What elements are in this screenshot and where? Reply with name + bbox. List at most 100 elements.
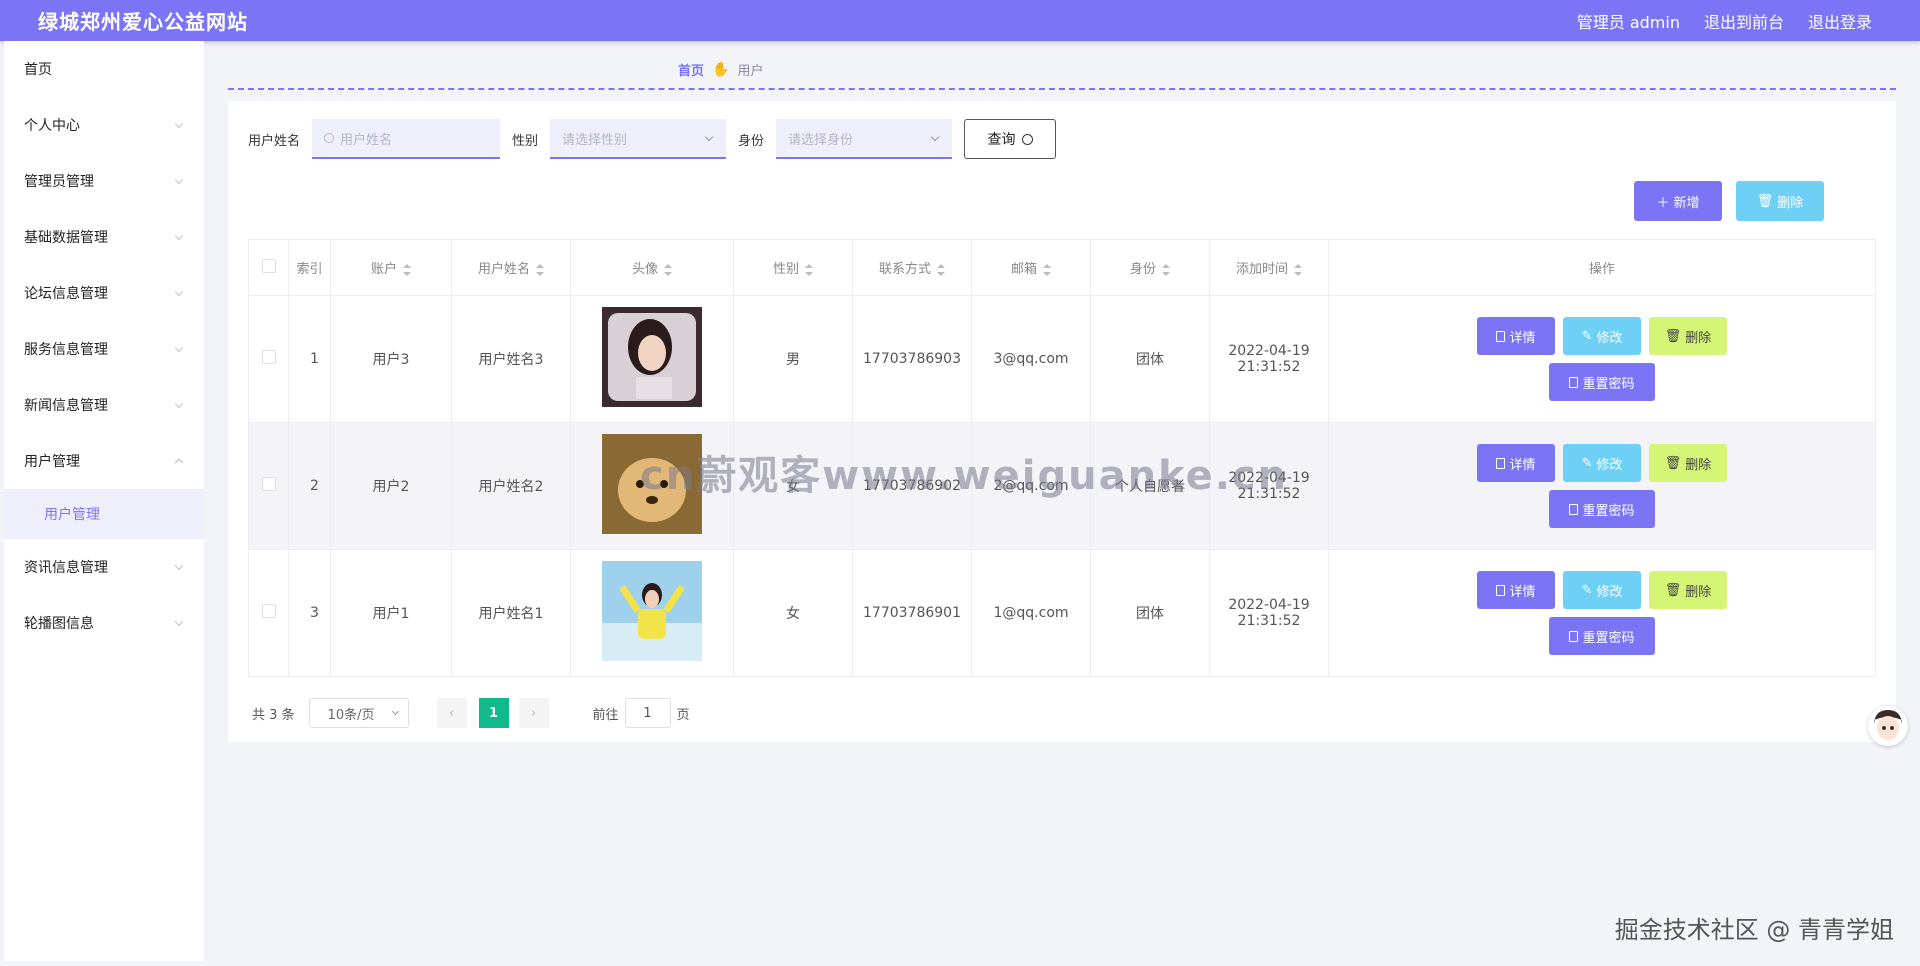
delete-button-label: 删除 xyxy=(1685,457,1712,473)
goto-prefix: 前往 xyxy=(592,707,619,723)
detail-button-label: 详情 xyxy=(1509,584,1536,600)
gender-select[interactable]: 请选择性别 xyxy=(550,119,727,159)
delete-button[interactable]: 🗑 删除 xyxy=(1649,571,1727,609)
edit-button[interactable]: ✎ 修改 xyxy=(1563,571,1641,609)
sidebar-item-personal-center[interactable]: 个人中心 xyxy=(4,97,204,153)
sidebar-item-admin-management[interactable]: 管理员管理 xyxy=(4,153,204,209)
page-size-value: 10条/页 xyxy=(327,707,375,723)
delete-button[interactable]: 🗑 删除 xyxy=(1649,444,1727,482)
top-bar: 绿城郑州爱心公益网站 管理员 admin 退出到前台 退出登录 xyxy=(0,0,1920,41)
hand-icon: ✋ xyxy=(712,61,730,78)
document-icon xyxy=(1496,330,1506,342)
sort-icon[interactable] xyxy=(403,263,411,276)
name-cell: 用户姓名1 xyxy=(451,549,571,677)
chevron-down-icon xyxy=(704,132,714,142)
chevron-down-icon xyxy=(174,119,184,129)
delete-button-label: 删除 xyxy=(1685,330,1712,346)
add-button[interactable]: ＋ 新增 xyxy=(1634,181,1722,221)
sidebar-item-service[interactable]: 服务信息管理 xyxy=(4,321,204,377)
sidebar-item-user-management[interactable]: 用户管理 xyxy=(4,433,204,489)
row-checkbox[interactable] xyxy=(261,477,276,491)
column-header[interactable]: 联系方式 xyxy=(852,239,972,296)
avatar-cell xyxy=(570,295,734,423)
avatar-image xyxy=(602,561,702,661)
sort-icon[interactable] xyxy=(536,263,544,276)
select-all-cell xyxy=(248,239,289,296)
document-icon xyxy=(1569,376,1579,388)
sidebar-item-basic-data[interactable]: 基础数据管理 xyxy=(4,209,204,265)
detail-button[interactable]: 详情 xyxy=(1477,571,1555,609)
column-header[interactable]: 添加时间 xyxy=(1209,239,1329,296)
chevron-down-icon xyxy=(174,287,184,297)
logout-link[interactable]: 退出登录 xyxy=(1808,9,1872,33)
chevron-down-icon xyxy=(391,707,399,716)
delete-button[interactable]: 🗑 删除 xyxy=(1649,317,1727,355)
column-header[interactable]: 用户姓名 xyxy=(451,239,571,296)
page-size-select[interactable]: 10条/页 xyxy=(308,698,409,728)
detail-button[interactable]: 详情 xyxy=(1477,444,1555,482)
row-select-cell xyxy=(248,549,289,677)
sidebar-item-carousel[interactable]: 轮播图信息 xyxy=(4,595,204,651)
goto-page-input[interactable]: 1 xyxy=(624,698,671,728)
reset-password-button[interactable]: 重置密码 xyxy=(1549,617,1655,655)
sidebar-item-news[interactable]: 新闻信息管理 xyxy=(4,377,204,433)
content-panel: 用户姓名 用户姓名 性别 请选择性别 身份 请选择身份 查询 ＋ 新增 🗑 删除… xyxy=(228,101,1896,742)
sidebar-item-home[interactable]: 首页 xyxy=(4,41,204,97)
reset-password-label: 重置密码 xyxy=(1582,630,1635,646)
column-header[interactable]: 账户 xyxy=(330,239,452,296)
column-header[interactable]: 头像 xyxy=(570,239,734,296)
trash-icon: 🗑 xyxy=(1664,582,1682,598)
column-header-label: 账户 xyxy=(370,262,397,277)
avatar-image xyxy=(602,307,702,407)
column-header[interactable]: 性别 xyxy=(733,239,853,296)
exit-to-front-link[interactable]: 退出到前台 xyxy=(1704,9,1784,33)
sort-icon[interactable] xyxy=(1043,263,1051,276)
sidebar-item-label: 服务信息管理 xyxy=(24,342,108,358)
sort-icon[interactable] xyxy=(1162,263,1170,276)
identity-select[interactable]: 请选择身份 xyxy=(776,119,953,159)
column-header[interactable]: 邮箱 xyxy=(971,239,1091,296)
sidebar-item-forum[interactable]: 论坛信息管理 xyxy=(4,265,204,321)
reset-password-label: 重置密码 xyxy=(1582,503,1635,519)
sort-icon[interactable] xyxy=(937,263,945,276)
assistant-avatar[interactable] xyxy=(1868,706,1908,746)
column-header[interactable]: 身份 xyxy=(1090,239,1210,296)
chevron-down-icon xyxy=(174,175,184,185)
name-filter-input[interactable]: 用户姓名 xyxy=(312,119,501,159)
name-filter-placeholder: 用户姓名 xyxy=(340,132,393,148)
row-checkbox[interactable] xyxy=(261,350,276,364)
row-checkbox[interactable] xyxy=(261,604,276,618)
email-cell: 3@qq.com xyxy=(971,295,1091,423)
column-header-label: 性别 xyxy=(772,262,799,277)
batch-delete-button[interactable]: 🗑 删除 xyxy=(1736,181,1824,221)
query-button[interactable]: 查询 xyxy=(964,119,1057,159)
sort-icon[interactable] xyxy=(1294,263,1302,276)
sidebar-item-label: 新闻信息管理 xyxy=(24,398,108,414)
edit-button[interactable]: ✎ 修改 xyxy=(1563,444,1641,482)
sort-icon[interactable] xyxy=(805,263,813,276)
sidebar-item-label: 管理员管理 xyxy=(24,174,94,190)
edit-button[interactable]: ✎ 修改 xyxy=(1563,317,1641,355)
reset-password-button[interactable]: 重置密码 xyxy=(1549,363,1655,401)
avatar-cell xyxy=(570,549,734,677)
pencil-icon: ✎ xyxy=(1581,455,1593,471)
detail-button[interactable]: 详情 xyxy=(1477,317,1555,355)
sidebar-item-label: 用户管理 xyxy=(24,454,80,470)
sidebar-item-info[interactable]: 资讯信息管理 xyxy=(4,539,204,595)
identity-select-placeholder: 请选择身份 xyxy=(788,132,854,148)
trash-icon: 🗑 xyxy=(1664,328,1682,344)
sidebar-subitem-user-management[interactable]: 用户管理 xyxy=(4,489,204,539)
prev-page-button[interactable]: ‹ xyxy=(436,698,467,728)
search-icon xyxy=(1021,133,1033,145)
delete-button-label: 删除 xyxy=(1685,584,1712,600)
next-page-button[interactable]: › xyxy=(518,698,549,728)
sort-icon[interactable] xyxy=(664,263,672,276)
trash-icon: 🗑 xyxy=(1756,193,1774,209)
select-all-checkbox[interactable] xyxy=(261,258,276,273)
pencil-icon: ✎ xyxy=(1581,582,1593,598)
reset-password-button[interactable]: 重置密码 xyxy=(1549,490,1655,528)
account-cell: 用户3 xyxy=(330,295,452,423)
name-filter-label: 用户姓名 xyxy=(248,133,301,149)
breadcrumb-home[interactable]: 首页 xyxy=(678,60,704,79)
page-number-button[interactable]: 1 xyxy=(478,698,509,728)
